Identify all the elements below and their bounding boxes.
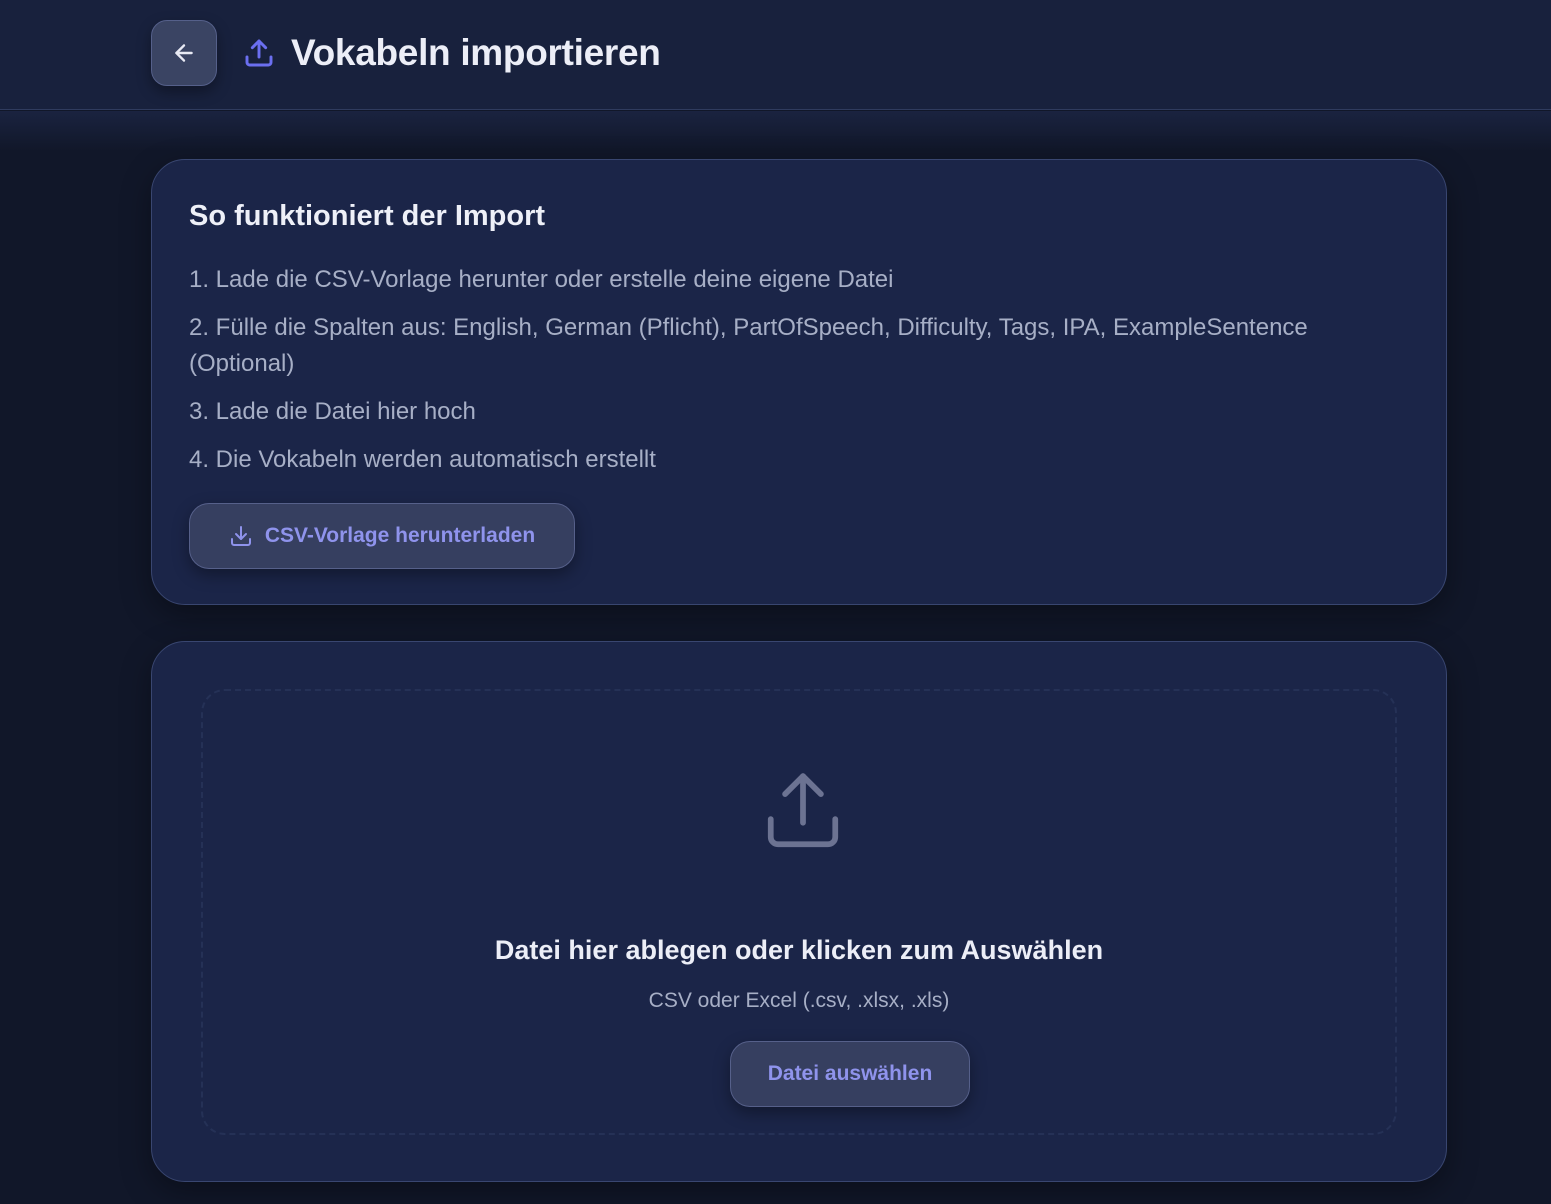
page-title-group: Vokabeln importieren (243, 30, 661, 76)
import-instructions-card: So funktioniert der Import 1. Lade die C… (151, 159, 1447, 605)
instruction-step: 3. Lade die Datei hier hoch (189, 398, 476, 425)
instructions-list: 1. Lade die CSV-Vorlage herunter oder er… (189, 262, 1389, 490)
download-template-label: CSV-Vorlage herunterladen (264, 524, 536, 547)
arrow-left-icon (175, 44, 193, 62)
download-icon (230, 526, 251, 546)
select-file-button[interactable]: Datei auswählen (730, 1041, 970, 1107)
back-button[interactable] (151, 20, 217, 86)
instruction-step: 2. Fülle die Spalten aus: English, Germa… (189, 314, 1308, 377)
dropzone-title: Datei hier ablegen oder klicken zum Ausw… (494, 935, 1104, 965)
dropzone-subtitle: CSV oder Excel (.csv, .xlsx, .xls) (648, 989, 950, 1012)
upload-card: Datei hier ablegen oder klicken zum Ausw… (151, 641, 1447, 1182)
page-title: Vokabeln importieren (291, 32, 661, 73)
file-dropzone[interactable]: Datei hier ablegen oder klicken zum Ausw… (201, 689, 1397, 1135)
upload-icon (245, 39, 273, 67)
instructions-title: So funktioniert der Import (189, 200, 546, 232)
download-template-button[interactable]: CSV-Vorlage herunterladen (189, 503, 575, 569)
instruction-step: 1. Lade die CSV-Vorlage herunter oder er… (189, 266, 894, 293)
app-header: Vokabeln importieren (0, 0, 1551, 110)
header-shadow (0, 111, 1551, 151)
instruction-step: 4. Die Vokabeln werden automatisch erste… (189, 446, 656, 473)
select-file-label: Datei auswählen (767, 1062, 933, 1085)
upload-icon (767, 773, 839, 848)
